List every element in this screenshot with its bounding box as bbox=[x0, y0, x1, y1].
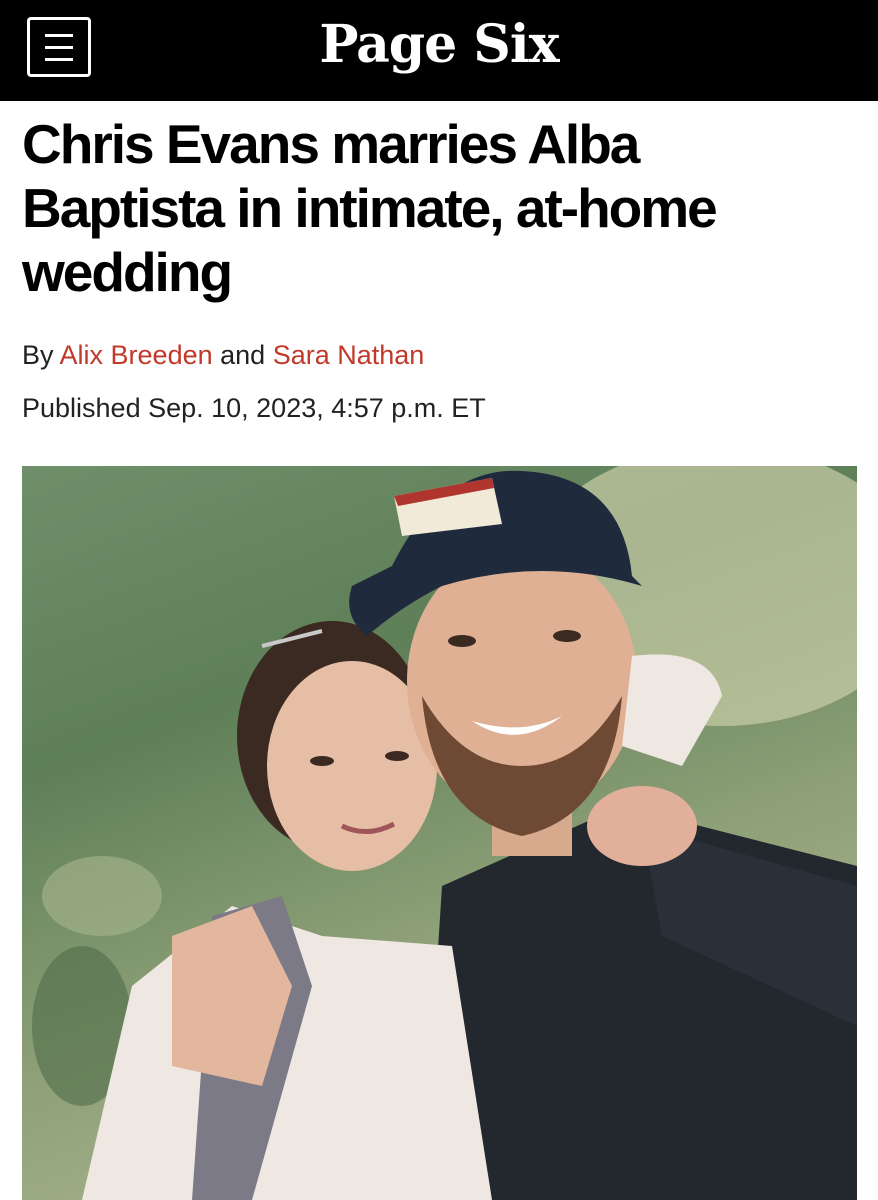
author-link-2[interactable]: Sara Nathan bbox=[273, 340, 425, 370]
article-hero-image bbox=[22, 466, 857, 1200]
site-header: Page Six bbox=[0, 0, 878, 101]
site-logo[interactable]: Page Six bbox=[0, 10, 878, 80]
byline-joiner: and bbox=[220, 340, 266, 370]
article-byline: By Alix Breeden and Sara Nathan bbox=[22, 338, 424, 372]
article-headline: Chris Evans marries Alba Baptista in int… bbox=[22, 113, 718, 303]
published-date: Published Sep. 10, 2023, 4:57 p.m. ET bbox=[22, 393, 486, 423]
byline-prefix: By bbox=[22, 340, 54, 370]
author-link-1[interactable]: Alix Breeden bbox=[60, 340, 213, 370]
selfie-photo-illustration bbox=[32, 466, 857, 1200]
